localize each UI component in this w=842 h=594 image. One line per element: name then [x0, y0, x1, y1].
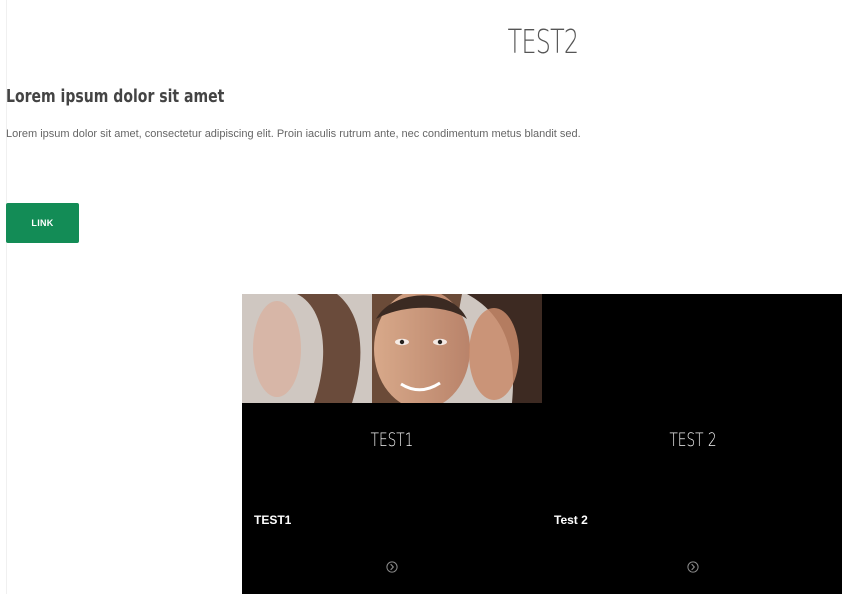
- card-subtitle-test1: TEST1: [254, 513, 292, 527]
- card-subtitle-test2: Test 2: [554, 513, 588, 527]
- card-image-people: [242, 294, 542, 403]
- section-heading: Lorem ipsum dolor sit amet: [6, 86, 225, 107]
- chevron-right-circle-icon[interactable]: [687, 560, 699, 573]
- page: TEST2 Lorem ipsum dolor sit amet Lorem i…: [0, 0, 842, 594]
- page-title: TEST2: [507, 22, 579, 61]
- card-grid: TEST1 TEST 2 TEST1 Test 2: [242, 294, 842, 594]
- card-title-test1: TEST1: [370, 429, 414, 451]
- body-paragraph: Lorem ipsum dolor sit amet, consectetur …: [6, 128, 581, 140]
- card-title-test2: TEST 2: [669, 429, 717, 451]
- link-button[interactable]: LINK: [6, 203, 79, 243]
- chevron-right-circle-icon[interactable]: [386, 560, 398, 573]
